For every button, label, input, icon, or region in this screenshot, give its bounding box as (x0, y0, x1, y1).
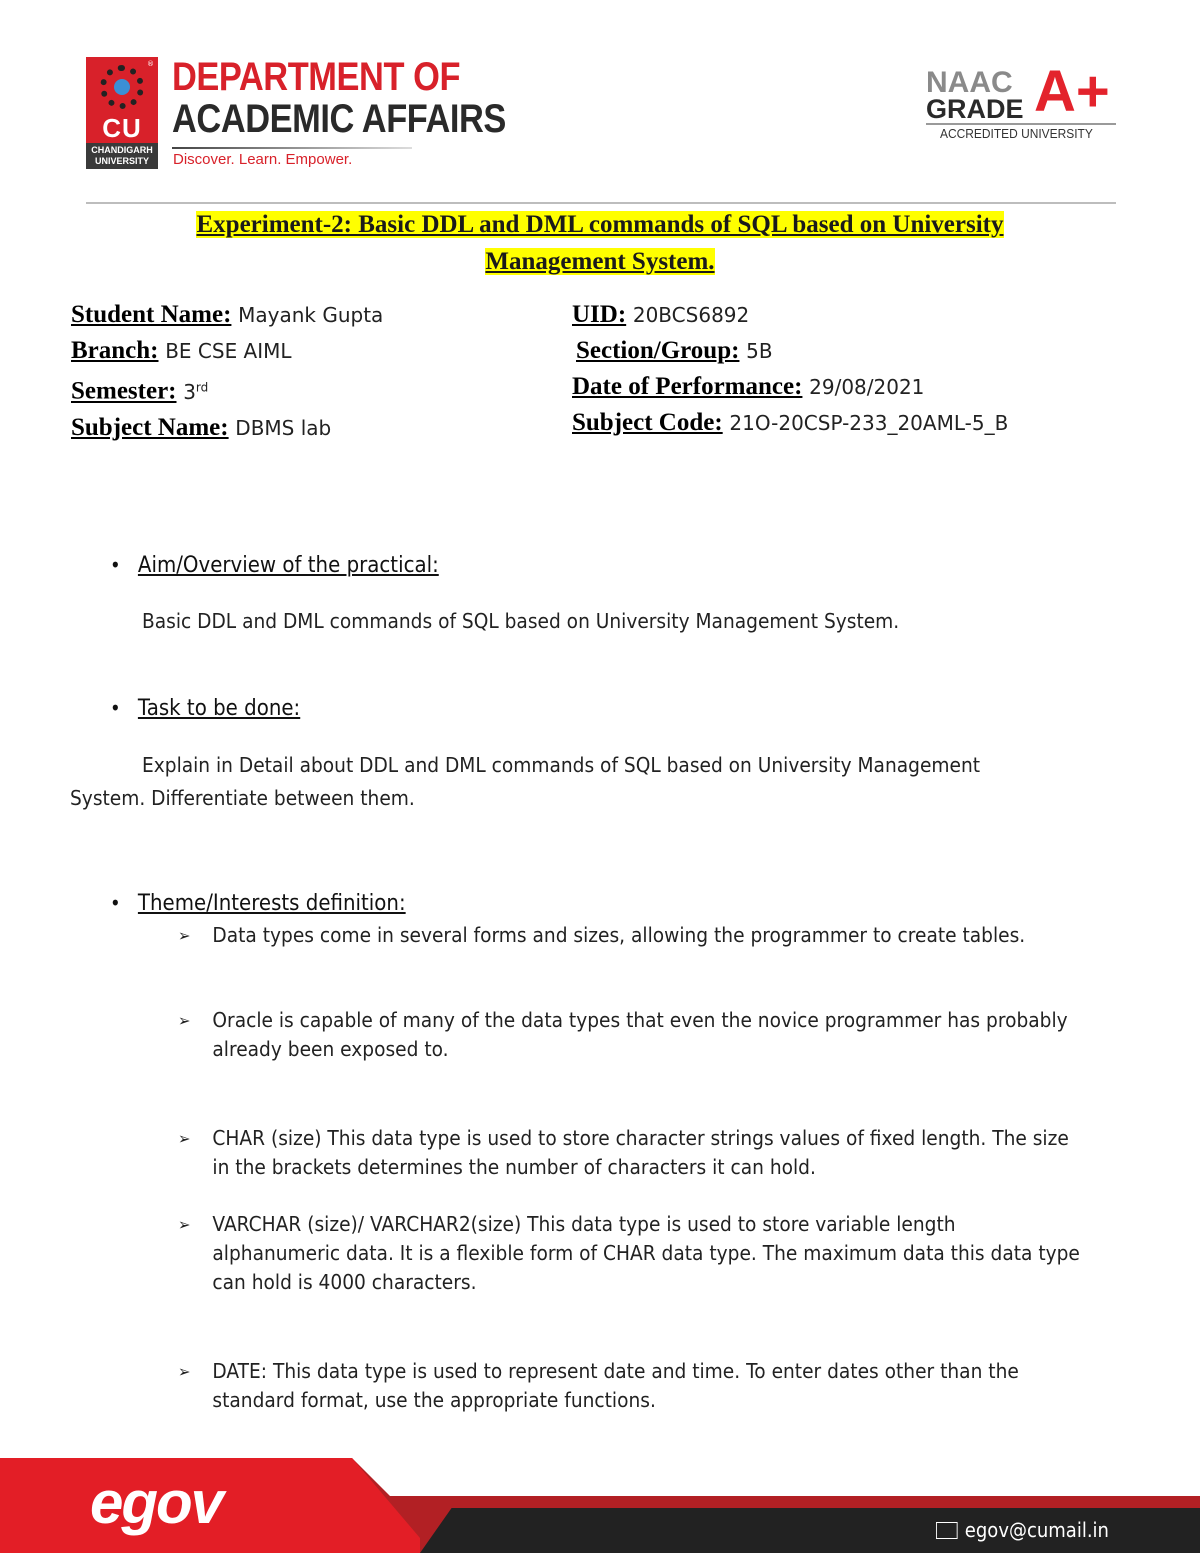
info-label: Subject Code: (572, 409, 723, 436)
grade-label: GRADE (926, 94, 1024, 124)
cu-university-name: CHANDIGARH UNIVERSITY (86, 143, 158, 169)
info-row-student-name: Student Name: Mayank Gupta (71, 297, 383, 333)
student-info-left: Student Name: Mayank Gupta Branch: BE CS… (71, 297, 383, 446)
student-info-right: UID: 20BCS6892 Section/Group: 5B Date of… (572, 297, 1008, 441)
info-row-section-group: Section/Group: 5B (572, 333, 1008, 369)
accredited-label: ACCREDITED UNIVERSITY (940, 126, 1093, 141)
section-heading-task: • Task to be done: (110, 696, 300, 721)
semester-ordinal: rd (195, 380, 209, 394)
arrow-bullet-icon: ➢ (178, 1129, 191, 1148)
theme-item: ➢ VARCHAR (size)/ VARCHAR2(size) This da… (178, 1210, 1089, 1297)
footer-email[interactable]: egov@cumail.in (936, 1518, 1109, 1542)
theme-item: ➢ DATE: This data type is used to repres… (178, 1357, 1089, 1415)
info-row-semester: Semester: 3rd (71, 369, 383, 410)
info-label: Date of Performance: (572, 373, 803, 400)
arrow-bullet-icon: ➢ (178, 926, 191, 945)
section-heading-theme: • Theme/Interests definition: (110, 891, 406, 916)
info-value: 3rd (183, 380, 208, 404)
arrow-bullet-icon: ➢ (178, 1362, 191, 1381)
theme-item: ➢ Oracle is capable of many of the data … (178, 1006, 1089, 1064)
cu-university-line: CHANDIGARH (91, 145, 153, 155)
info-row-subject-name: Subject Name: DBMS lab (71, 410, 383, 446)
info-row-date-of-performance: Date of Performance: 29/08/2021 (572, 369, 1008, 405)
section-heading-text: Theme/Interests definition: (137, 891, 406, 916)
bullet-icon: • (110, 553, 121, 577)
info-value: 5B (746, 339, 773, 363)
info-value: 21O-20CSP-233_20AML-5_B (729, 411, 1009, 435)
tagline: Discover. Learn. Empower. (173, 151, 353, 168)
info-label: Section/Group: (576, 337, 740, 364)
experiment-title-line1: Experiment-2: Basic DDL and DML commands… (196, 211, 1004, 238)
theme-item-text: DATE: This data type is used to represen… (212, 1359, 1019, 1412)
bullet-icon: • (110, 891, 121, 915)
envelope-icon (936, 1522, 958, 1539)
experiment-title: Experiment-2: Basic DDL and DML commands… (70, 206, 1130, 280)
info-label: Student Name: (71, 301, 232, 328)
info-value: 29/08/2021 (809, 375, 925, 399)
info-row-subject-code: Subject Code: 21O-20CSP-233_20AML-5_B (572, 405, 1008, 441)
theme-item: ➢ CHAR (size) This data type is used to … (178, 1124, 1089, 1182)
info-value: Mayank Gupta (238, 303, 384, 327)
section-heading-text: Task to be done: (137, 696, 301, 721)
cu-logo: ® CU CHANDIGARH UNIVERSITY (86, 57, 158, 169)
info-value: DBMS lab (235, 415, 332, 440)
naac-badge: NAAC GRADE A+ ACCREDITED UNIVERSITY (926, 62, 1116, 144)
info-label: UID: (572, 301, 627, 328)
theme-item-text: Data types come in several forms and siz… (212, 923, 1026, 947)
info-label: Subject Name: (71, 413, 229, 441)
info-row-uid: UID: 20BCS6892 (572, 297, 1008, 333)
semester-number: 3 (183, 379, 196, 404)
section-heading-text: Aim/Overview of the practical: (137, 553, 439, 578)
egov-logo: egov (90, 1469, 224, 1536)
grade-value: A+ (1034, 59, 1110, 124)
header-divider (86, 202, 1116, 204)
footer-email-text[interactable]: egov@cumail.in (965, 1518, 1109, 1542)
tagline-divider (172, 147, 412, 149)
task-body-line2: System. Differentiate between them. (70, 786, 415, 810)
theme-item: ➢ Data types come in several forms and s… (178, 921, 1089, 950)
department-title-line2: ACADEMIC AFFAIRS (172, 97, 506, 141)
arrow-bullet-icon: ➢ (178, 1011, 191, 1030)
experiment-title-line2: Management System. (485, 248, 715, 275)
aim-body: Basic DDL and DML commands of SQL based … (142, 609, 900, 633)
naac-divider (926, 123, 1116, 125)
section-heading-aim: • Aim/Overview of the practical: (110, 553, 439, 578)
task-body-line1: Explain in Detail about DDL and DML comm… (142, 753, 981, 777)
arrow-bullet-icon: ➢ (178, 1215, 191, 1234)
cu-mark: CU (102, 113, 142, 143)
cu-university-line: UNIVERSITY (94, 156, 149, 166)
bullet-icon: • (110, 696, 121, 720)
theme-item-text: Oracle is capable of many of the data ty… (212, 1008, 1068, 1061)
department-title-line1: DEPARTMENT OF (172, 55, 461, 99)
info-label: Branch: (71, 337, 159, 364)
globe-icon (114, 79, 130, 95)
info-value: BE CSE AIML (165, 339, 292, 363)
department-title: DEPARTMENT OF ACADEMIC AFFAIRS (172, 56, 506, 140)
info-value: 20BCS6892 (632, 303, 750, 327)
theme-item-text: CHAR (size) This data type is used to st… (212, 1126, 1069, 1179)
theme-item-text: VARCHAR (size)/ VARCHAR2(size) This data… (212, 1212, 1080, 1294)
info-row-branch: Branch: BE CSE AIML (71, 333, 383, 369)
registered-mark: ® (147, 60, 154, 68)
info-label: Semester: (71, 377, 177, 405)
